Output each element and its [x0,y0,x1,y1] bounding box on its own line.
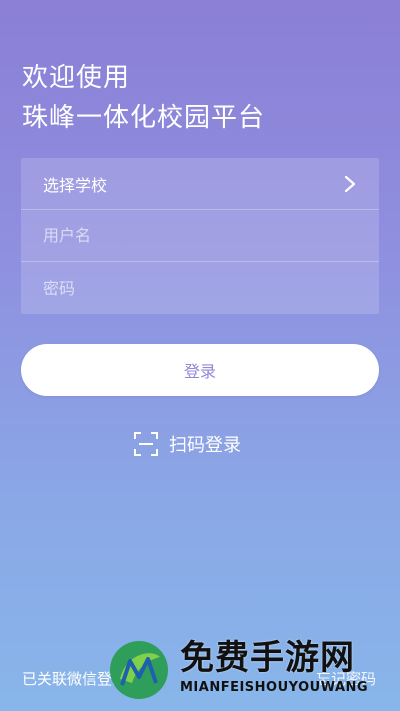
password-input[interactable] [43,278,343,298]
welcome-line-1: 欢迎使用 [22,63,131,93]
welcome-line-2: 珠峰一体化校园平台 [22,103,266,133]
login-button[interactable]: 登录 [21,344,379,396]
school-select[interactable]: 选择学校 [21,158,379,210]
login-form: 选择学校 [21,158,379,314]
welcome-title: 欢迎使用 珠峰一体化校园平台 [22,58,265,138]
scan-login-label: 扫码登录 [169,435,241,456]
username-row [21,210,379,262]
school-select-label: 选择学校 [43,175,108,195]
password-row [21,262,379,314]
wechat-login-link[interactable]: 已关联微信登录 [22,668,127,689]
forgot-password-link[interactable]: 忘记密码 [316,668,376,689]
username-input[interactable] [43,226,343,245]
scan-qr-icon [134,432,158,456]
chevron-right-icon [344,175,356,193]
scan-login-button[interactable]: 扫码登录 [133,430,241,458]
